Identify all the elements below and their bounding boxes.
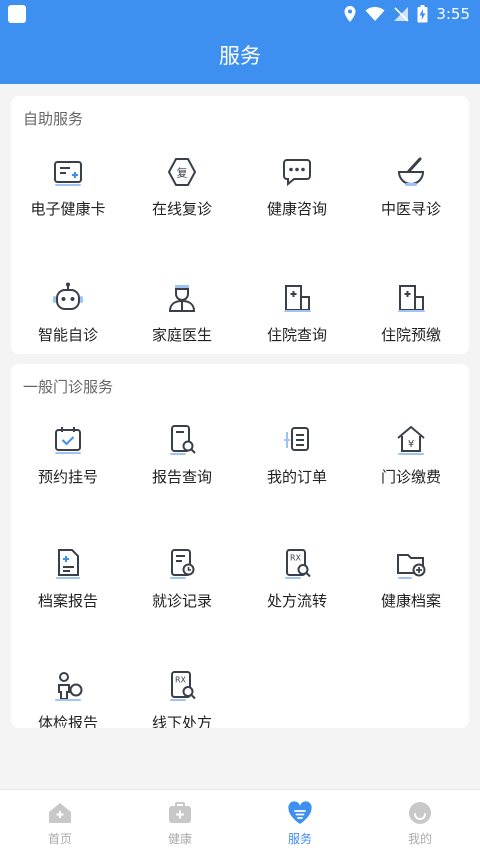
- rx-search-icon: RX: [170, 671, 196, 701]
- appointment-button[interactable]: 预约挂号: [11, 422, 125, 487]
- robot-icon: [53, 282, 83, 310]
- hospital-building-icon: [284, 285, 311, 312]
- section-title: 自助服务: [23, 110, 84, 128]
- health-card-button[interactable]: 电子健康卡: [11, 154, 125, 219]
- profile-icon: [409, 802, 431, 824]
- calendar-check-icon: [55, 427, 81, 454]
- no-signal-icon: [394, 7, 409, 22]
- follow-up-button[interactable]: 复 在线复诊: [125, 154, 239, 219]
- health-consult-label: 健康咨询: [266, 200, 327, 218]
- appointment-label: 预约挂号: [37, 468, 98, 486]
- follow-up-icon: 复: [167, 158, 197, 186]
- tcm-button[interactable]: 中医寻诊: [354, 154, 468, 219]
- doctor-icon: [168, 285, 196, 312]
- medkit-icon: [169, 802, 191, 823]
- battery-charging-icon: [417, 5, 428, 23]
- svg-text:RX: RX: [290, 554, 302, 563]
- hospital-building-icon: [398, 285, 425, 312]
- my-orders-button[interactable]: 我的订单: [240, 422, 354, 487]
- svg-text:RX: RX: [175, 676, 187, 685]
- my-orders-label: 我的订单: [266, 468, 327, 486]
- tab-home[interactable]: 首页: [0, 790, 120, 853]
- outpatient-service-card: 一般门诊服务 预约挂号 报告查询 我的订单 ¥ 门诊缴费 档案报告 就诊记录 R…: [11, 364, 469, 728]
- page-title: 服务: [219, 44, 261, 68]
- tab-service[interactable]: 服务: [240, 790, 360, 853]
- prescription-flow-button[interactable]: RX 处方流转: [240, 546, 354, 611]
- follow-up-label: 在线复诊: [151, 200, 212, 218]
- file-medical-icon: [56, 549, 80, 579]
- heart-service-icon: [288, 801, 312, 824]
- inpatient-prepay-button[interactable]: 住院预缴: [354, 280, 468, 345]
- wifi-icon: [365, 7, 385, 21]
- archive-report-label: 档案报告: [37, 592, 98, 610]
- outpatient-payment-button[interactable]: ¥ 门诊缴费: [354, 422, 468, 487]
- chat-consult-icon: [283, 159, 311, 187]
- section-title: 一般门诊服务: [23, 378, 114, 396]
- checkup-report-button[interactable]: 体检报告: [11, 668, 125, 728]
- status-icons: 3:55: [343, 4, 470, 24]
- prescription-flow-label: 处方流转: [266, 592, 327, 610]
- checkup-person-icon: [55, 672, 83, 701]
- self-service-card: 自助服务 电子健康卡 复 在线复诊 健康咨询 中医寻诊 智能自诊 家庭医生 住院…: [11, 96, 469, 354]
- tab-mine-label: 我的: [407, 832, 432, 846]
- family-doctor-label: 家庭医生: [151, 326, 212, 344]
- health-archive-label: 健康档案: [380, 592, 441, 610]
- smart-diagnosis-button[interactable]: 智能自诊: [11, 280, 125, 345]
- mortar-pestle-icon: [397, 157, 425, 186]
- family-doctor-button[interactable]: 家庭医生: [125, 280, 239, 345]
- health-consult-button[interactable]: 健康咨询: [240, 154, 354, 219]
- checkup-report-label: 体检报告: [37, 714, 98, 728]
- status-bar: 3:55: [0, 0, 480, 28]
- health-card-label: 电子健康卡: [30, 200, 106, 218]
- inpatient-query-label: 住院查询: [266, 326, 327, 344]
- app-notification-icon: [8, 5, 26, 23]
- health-archive-button[interactable]: 健康档案: [354, 546, 468, 611]
- payment-house-icon: ¥: [397, 425, 425, 455]
- report-search-icon: [170, 425, 196, 455]
- inpatient-prepay-label: 住院预缴: [380, 326, 441, 344]
- location-icon: [344, 6, 356, 22]
- tab-health-label: 健康: [167, 832, 192, 846]
- visit-record-button[interactable]: 就诊记录: [125, 546, 239, 611]
- order-list-icon: [284, 427, 309, 451]
- clock-record-icon: [170, 549, 195, 579]
- svg-text:复: 复: [177, 166, 188, 180]
- smart-diagnosis-label: 智能自诊: [37, 326, 98, 344]
- tcm-label: 中医寻诊: [380, 200, 441, 218]
- folder-add-icon: [397, 554, 426, 579]
- report-query-button[interactable]: 报告查询: [125, 422, 239, 487]
- tab-health[interactable]: 健康: [120, 790, 240, 853]
- rx-search-icon: RX: [285, 549, 311, 579]
- inpatient-query-button[interactable]: 住院查询: [240, 280, 354, 345]
- status-time: 3:55: [436, 5, 470, 23]
- outpatient-payment-label: 门诊缴费: [380, 468, 441, 486]
- report-query-label: 报告查询: [151, 468, 212, 486]
- offline-prescription-button[interactable]: RX 线下处方: [125, 668, 239, 728]
- bottom-nav: 首页 健康 服务 我的: [0, 789, 480, 853]
- svg-text:¥: ¥: [408, 439, 414, 450]
- archive-report-button[interactable]: 档案报告: [11, 546, 125, 611]
- visit-record-label: 就诊记录: [151, 592, 212, 610]
- tab-service-label: 服务: [287, 832, 312, 846]
- offline-prescription-label: 线下处方: [151, 714, 212, 728]
- tab-mine[interactable]: 我的: [360, 790, 480, 853]
- home-icon: [49, 803, 71, 823]
- tab-home-label: 首页: [47, 832, 72, 846]
- page-header: 服务: [0, 28, 480, 84]
- health-card-icon: [54, 161, 82, 186]
